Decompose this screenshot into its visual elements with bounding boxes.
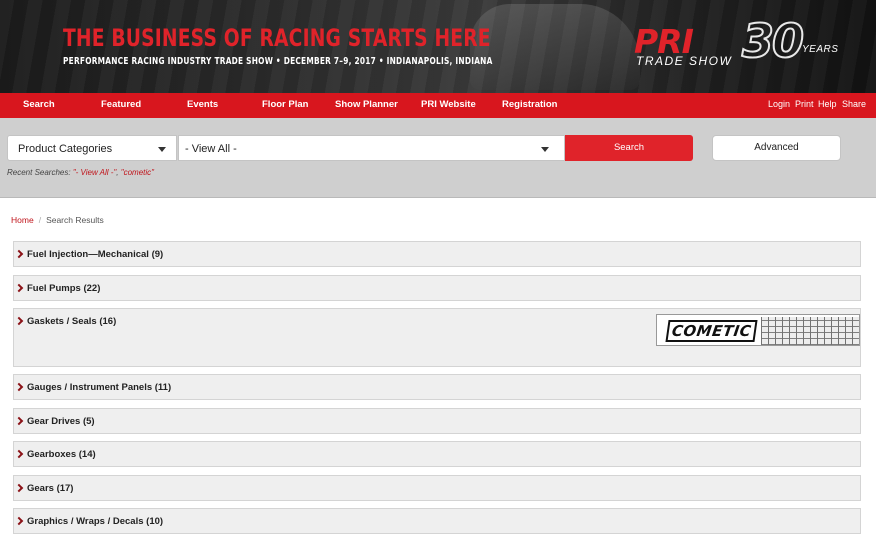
race-car-image — [470, 4, 640, 90]
category-row[interactable]: Fuel Pumps (22) — [13, 275, 861, 301]
logo-years: YEARS — [802, 44, 839, 55]
main-nav: Search Featured Events Floor Plan Show P… — [0, 93, 876, 118]
chevron-right-icon — [14, 249, 24, 259]
breadcrumb-home[interactable]: Home — [11, 215, 34, 225]
chevron-right-icon — [14, 416, 24, 426]
category-row[interactable]: Fuel Injection—Mechanical (9) — [13, 241, 861, 267]
nav-pri-website[interactable]: PRI Website — [421, 99, 476, 110]
category-label: Gauges / Instrument Panels (11) — [27, 382, 172, 393]
chevron-right-icon — [14, 449, 24, 459]
header-banner: THE BUSINESS OF RACING STARTS HERE PERFO… — [0, 0, 876, 93]
category-row[interactable]: Gears (17) — [13, 475, 861, 501]
logo-trade-show: TRADE SHOW — [636, 54, 733, 68]
nav-search[interactable]: Search — [23, 99, 55, 110]
chevron-right-icon — [14, 283, 24, 293]
nav-events[interactable]: Events — [187, 99, 218, 110]
category-row[interactable]: Gearboxes (14) — [13, 441, 861, 467]
category-label: Gears (17) — [27, 483, 74, 494]
nav-floor-plan[interactable]: Floor Plan — [262, 99, 308, 110]
breadcrumb-separator: / — [38, 215, 42, 225]
category-label: Graphics / Wraps / Decals (10) — [27, 516, 164, 527]
category-row[interactable]: Gauges / Instrument Panels (11) — [13, 374, 861, 400]
nav-help[interactable]: Help — [818, 99, 837, 109]
category-row[interactable]: Gear Drives (5) — [13, 408, 861, 434]
breadcrumb: Home / Search Results — [11, 215, 104, 225]
recent-searches: Recent Searches: "- View All -", "cometi… — [7, 168, 154, 177]
value-select-value: - View All - — [185, 143, 237, 155]
recent-searches-label: Recent Searches: — [7, 168, 73, 177]
cometic-ad-banner[interactable]: COMETIC — [656, 314, 860, 346]
chevron-right-icon — [14, 316, 24, 326]
banner-subline: PERFORMANCE RACING INDUSTRY TRADE SHOW •… — [63, 56, 493, 67]
chevron-down-icon — [158, 147, 166, 152]
cometic-logo: COMETIC — [665, 320, 758, 342]
nav-show-planner[interactable]: Show Planner — [335, 99, 398, 110]
pri-30-years-logo[interactable]: PRI 30 YEARS TRADE SHOW — [632, 13, 847, 72]
value-select[interactable]: - View All - — [178, 135, 565, 161]
chevron-down-icon — [541, 147, 549, 152]
category-label: Gearboxes (14) — [27, 449, 96, 460]
category-select[interactable]: Product Categories — [7, 135, 177, 161]
nav-login[interactable]: Login — [768, 99, 790, 109]
chevron-right-icon — [14, 516, 24, 526]
category-label: Gear Drives (5) — [27, 416, 95, 427]
recent-search-view-all[interactable]: "- View All -" — [73, 168, 116, 177]
category-label: Gaskets / Seals (16) — [27, 316, 117, 327]
nav-share[interactable]: Share — [842, 99, 866, 109]
nav-registration[interactable]: Registration — [502, 99, 557, 110]
category-label: Fuel Injection—Mechanical (9) — [27, 249, 164, 260]
category-row[interactable]: Graphics / Wraps / Decals (10) — [13, 508, 861, 534]
chevron-right-icon — [14, 483, 24, 493]
recent-search-cometic[interactable]: "cometic" — [121, 168, 154, 177]
category-label: Fuel Pumps (22) — [27, 283, 101, 294]
search-button[interactable]: Search — [565, 135, 693, 161]
category-row[interactable]: Gaskets / Seals (16) COMETIC — [13, 308, 861, 367]
banner-headline: THE BUSINESS OF RACING STARTS HERE — [63, 24, 491, 52]
logo-thirty: 30 — [741, 13, 805, 69]
nav-featured[interactable]: Featured — [101, 99, 141, 110]
breadcrumb-current: Search Results — [46, 215, 104, 225]
search-bar-area: Product Categories - View All - Search A… — [0, 118, 876, 198]
nav-print[interactable]: Print — [795, 99, 814, 109]
chevron-right-icon — [14, 382, 24, 392]
gasket-image — [761, 317, 859, 345]
category-select-value: Product Categories — [18, 143, 113, 155]
advanced-button[interactable]: Advanced — [712, 135, 841, 161]
